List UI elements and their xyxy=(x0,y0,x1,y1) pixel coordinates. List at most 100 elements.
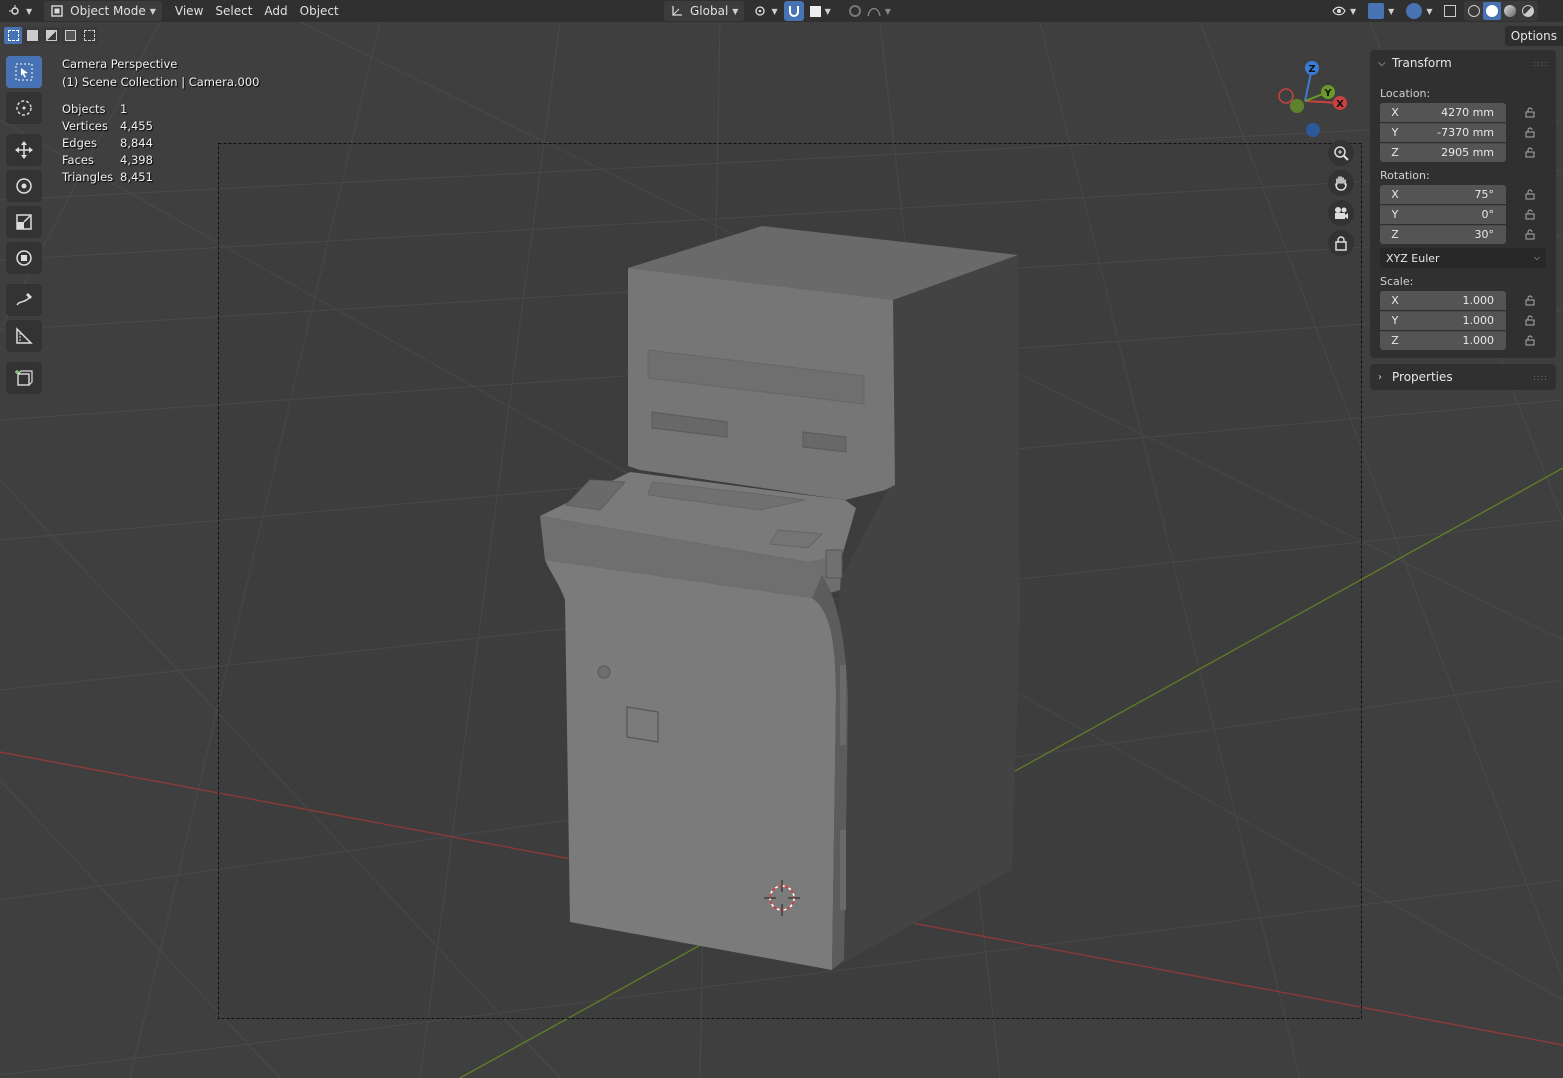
menu-view[interactable]: View xyxy=(169,1,209,21)
options-button[interactable]: Options xyxy=(1504,26,1563,46)
gizmo-neg-y[interactable] xyxy=(1290,99,1304,113)
unlock-icon[interactable] xyxy=(1520,293,1540,307)
location-y-field[interactable]: Y -7370 mm xyxy=(1380,122,1506,142)
stat-value: 8,451 xyxy=(120,170,153,184)
menu-add[interactable]: Add xyxy=(258,1,293,21)
solid-shading-icon[interactable] xyxy=(1483,2,1502,20)
unlock-icon[interactable] xyxy=(1520,187,1540,201)
unlock-icon[interactable] xyxy=(1520,333,1540,347)
pivot-point-button[interactable]: ▼ xyxy=(747,1,783,21)
tool-shelf xyxy=(6,56,44,398)
select-invert-button[interactable] xyxy=(61,27,79,44)
location-label: Location: xyxy=(1380,87,1431,100)
scale-y-field[interactable]: Y 1.000 xyxy=(1380,310,1506,330)
transform-panel-header[interactable]: ⌵ Transform :::: xyxy=(1370,50,1556,76)
select-subtract-button[interactable] xyxy=(42,27,60,44)
properties-panel-header[interactable]: › Properties :::: xyxy=(1370,364,1556,390)
overlays-toggle[interactable]: ▼ xyxy=(1400,1,1438,21)
scale-z-field[interactable]: Z 1.000 xyxy=(1380,330,1506,350)
stat-label: Edges xyxy=(62,136,97,150)
select-box-tool[interactable] xyxy=(6,56,42,88)
visibility-button[interactable]: ▼ xyxy=(1326,1,1362,21)
select-extend-button[interactable] xyxy=(23,27,41,44)
lock-icon xyxy=(1335,236,1347,251)
overlays-icon xyxy=(1406,3,1423,19)
select-intersect-icon xyxy=(83,30,95,41)
unlock-icon[interactable] xyxy=(1520,227,1540,241)
gizmo-toggle[interactable]: ▼ xyxy=(1362,1,1400,21)
drag-handle-icon[interactable]: :::: xyxy=(1533,373,1548,382)
navigation-gizmo[interactable]: Z Y X xyxy=(1270,56,1360,146)
magnet-icon xyxy=(788,6,799,17)
collection-path: (1) Scene Collection | Camera.000 xyxy=(62,75,260,89)
select-new-button[interactable] xyxy=(4,27,22,44)
select-intersect-button[interactable] xyxy=(80,27,98,44)
menu-select[interactable]: Select xyxy=(209,1,258,21)
rotation-y-field[interactable]: Y 0° xyxy=(1380,204,1506,224)
unlock-icon[interactable] xyxy=(1520,105,1540,119)
scene-statistics: Objects 1 Vertices 4,455 Edges 8,844 Faces 4… xyxy=(62,102,259,187)
gizmo-neg-z[interactable] xyxy=(1306,123,1320,137)
menu-object[interactable]: Object xyxy=(294,1,345,21)
camera-view-button[interactable] xyxy=(1328,200,1354,226)
pan-button[interactable] xyxy=(1328,170,1354,196)
panel-title: Transform xyxy=(1392,56,1452,70)
gizmo-neg-x[interactable] xyxy=(1278,88,1294,104)
square-icon xyxy=(809,5,821,17)
axis-label: Z xyxy=(1391,334,1399,347)
unlock-icon[interactable] xyxy=(1520,145,1540,159)
scale-x-field[interactable]: X 1.000 xyxy=(1380,290,1506,310)
rotation-x-field[interactable]: X 75° xyxy=(1380,184,1506,204)
move-tool[interactable] xyxy=(6,134,42,166)
location-z-field[interactable]: Z 2905 mm xyxy=(1380,142,1506,162)
chevron-down-icon: ▼ xyxy=(1426,6,1433,16)
wireframe-shading-icon[interactable] xyxy=(1465,2,1483,20)
rotate-tool[interactable] xyxy=(6,170,42,202)
rotation-mode-value: XYZ Euler xyxy=(1386,251,1440,265)
gizmo-x-axis[interactable]: X xyxy=(1333,96,1347,110)
editor-type-button[interactable]: ▼ xyxy=(0,1,38,21)
rotation-mode-dropdown[interactable]: XYZ Euler ⌵ xyxy=(1380,248,1546,268)
stat-label: Vertices xyxy=(62,119,108,133)
chevron-down-icon: ▼ xyxy=(824,6,831,16)
snap-toggle[interactable] xyxy=(783,1,804,21)
panel-title: Properties xyxy=(1392,370,1453,384)
unlock-icon[interactable] xyxy=(1520,207,1540,221)
stat-row: Faces 4,398 xyxy=(62,153,259,170)
zoom-button[interactable] xyxy=(1328,140,1354,166)
rotation-z-field[interactable]: Z 30° xyxy=(1380,224,1506,244)
drag-handle-icon[interactable]: :::: xyxy=(1533,59,1548,68)
stat-label: Triangles xyxy=(62,170,114,184)
blender-window: { "header": { "mode_label": "Object Mode… xyxy=(0,0,1563,1078)
transform-panel: ⌵ Transform :::: Location: X 4270 mm Y -73… xyxy=(1370,50,1556,358)
add-cube-tool[interactable] xyxy=(6,362,42,394)
chevron-down-icon: ⌵ xyxy=(1533,253,1540,262)
pivot-icon xyxy=(755,6,766,16)
scale-tool[interactable] xyxy=(6,206,42,238)
measure-tool[interactable] xyxy=(6,320,42,352)
transform-orientation-selector[interactable]: Global ▼ xyxy=(664,1,745,21)
lock-camera-button[interactable] xyxy=(1328,230,1354,256)
properties-panel: › Properties :::: xyxy=(1370,364,1556,390)
transform-tool[interactable] xyxy=(6,242,42,274)
gizmo-z-axis[interactable]: Z xyxy=(1305,61,1319,75)
gizmo-y-axis[interactable]: Y xyxy=(1321,85,1335,99)
select-box-icon xyxy=(7,30,19,41)
mode-selector[interactable]: Object Mode ▼ xyxy=(44,1,162,21)
location-x-field[interactable]: X 4270 mm xyxy=(1380,102,1506,122)
field-value: 4270 mm xyxy=(1441,105,1494,119)
field-value: 1.000 xyxy=(1462,334,1495,347)
annotate-tool[interactable] xyxy=(6,284,42,316)
axis-label: Z xyxy=(1391,146,1399,159)
unlock-icon[interactable] xyxy=(1520,125,1540,139)
viewport-info-overlay: Camera Perspective (1) Scene Collection … xyxy=(62,57,259,187)
rotate-icon xyxy=(16,178,32,194)
unlock-icon[interactable] xyxy=(1520,313,1540,327)
rendered-shading-icon[interactable] xyxy=(1519,2,1537,20)
proportional-edit-toggle[interactable]: ▼ xyxy=(843,1,897,21)
cursor-tool[interactable] xyxy=(6,92,42,124)
material-shading-icon[interactable] xyxy=(1501,2,1519,20)
mode-label: Object Mode xyxy=(70,4,146,18)
xray-toggle[interactable] xyxy=(1438,1,1462,21)
snap-target-selector[interactable]: ▼ xyxy=(804,1,837,21)
